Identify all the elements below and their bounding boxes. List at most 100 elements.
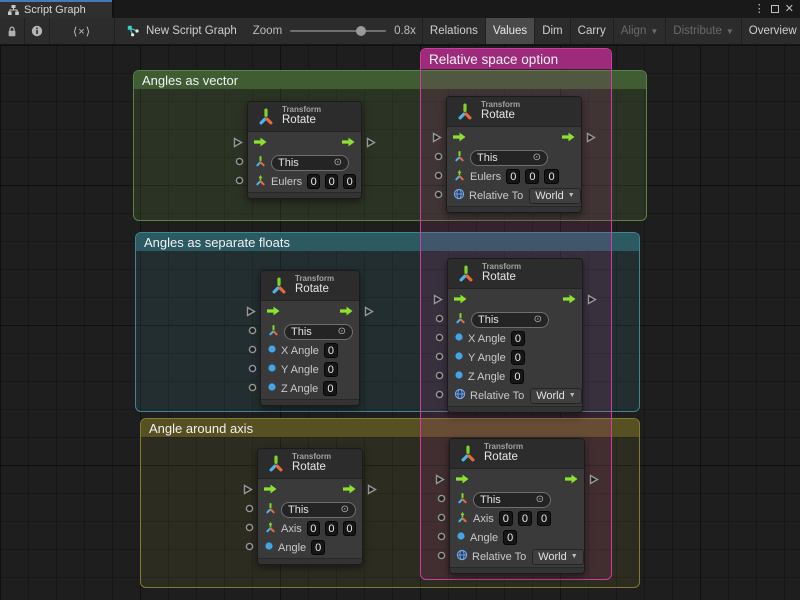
value-input-port[interactable] — [435, 314, 444, 326]
value-input-port[interactable] — [245, 504, 254, 516]
flow-out-arrow-icon — [563, 294, 576, 307]
value-input-port[interactable] — [437, 494, 446, 506]
value-field[interactable]: 0 — [325, 521, 338, 536]
this-dropdown[interactable]: This⊙ — [471, 312, 549, 328]
lock-icon — [7, 26, 17, 37]
code-preview-button[interactable]: ⟨×⟩ — [50, 18, 115, 44]
flow-input-port[interactable] — [435, 474, 445, 488]
value-field[interactable]: 0 — [324, 343, 338, 358]
value-field[interactable]: 0 — [343, 521, 356, 536]
value-field[interactable]: 0 — [525, 169, 539, 184]
this-dropdown[interactable]: This⊙ — [281, 502, 356, 518]
value-input-port[interactable] — [437, 551, 446, 563]
this-dropdown[interactable]: This⊙ — [470, 150, 548, 166]
tab-script-graph[interactable]: Script Graph — [0, 0, 112, 18]
value-field[interactable]: 0 — [499, 511, 513, 526]
value-field[interactable]: 0 — [518, 511, 532, 526]
value-field[interactable]: 0 — [324, 362, 338, 377]
this-dropdown[interactable]: This⊙ — [473, 492, 551, 508]
value-input-port[interactable] — [245, 523, 254, 535]
value-input-port[interactable] — [248, 326, 257, 338]
this-dropdown[interactable]: This⊙ — [284, 324, 353, 340]
flow-input-port[interactable] — [433, 294, 443, 308]
maximize-icon[interactable] — [771, 5, 779, 13]
flow-input-port[interactable] — [432, 132, 442, 146]
node-transform-rotate[interactable]: TransformRotate This⊙ Eulers000 — [247, 101, 362, 199]
value-input-port[interactable] — [437, 513, 446, 525]
node-transform-rotate[interactable]: TransformRotate This⊙ Axis000Angle0 — [257, 448, 363, 565]
graph-canvas[interactable]: Angles as vectorAngles as separate float… — [0, 45, 800, 600]
node-transform-rotate[interactable]: TransformRotate This⊙ Eulers000 Relative… — [446, 96, 582, 213]
enum-dropdown[interactable]: World▼ — [529, 188, 580, 204]
value-field[interactable]: 0 — [510, 369, 524, 384]
value-field[interactable]: 0 — [511, 350, 525, 365]
float-icon — [267, 363, 277, 376]
node-row-enum: Relative ToWorld▼ — [450, 547, 584, 566]
node-transform-rotate[interactable]: TransformRotate This⊙ Axis000Angle0 Rela… — [449, 438, 585, 574]
node-row-float: X Angle0 — [448, 329, 582, 348]
flow-input-port[interactable] — [246, 306, 256, 320]
value-input-port[interactable] — [435, 390, 444, 402]
enum-dropdown[interactable]: World▼ — [530, 388, 581, 404]
value-input-port[interactable] — [435, 371, 444, 383]
enum-dropdown[interactable]: World▼ — [532, 549, 583, 565]
value-field[interactable]: 0 — [503, 530, 517, 545]
value-input-port[interactable] — [248, 345, 257, 357]
value-input-port[interactable] — [235, 157, 244, 169]
info-button[interactable] — [25, 18, 50, 44]
relative-space-icon — [456, 549, 468, 564]
value-input-port[interactable] — [437, 532, 446, 544]
toolbar-button-overview[interactable]: Overview — [742, 18, 800, 44]
node-footer — [261, 399, 359, 405]
value-input-port[interactable] — [434, 171, 443, 183]
flow-output-port[interactable] — [366, 137, 376, 151]
value-input-port[interactable] — [248, 383, 257, 395]
port-label: X Angle — [281, 345, 319, 357]
value-input-port[interactable] — [435, 333, 444, 345]
flow-output-port[interactable] — [586, 132, 596, 146]
graph-title-area[interactable]: New Script Graph — [115, 18, 247, 44]
lock-button[interactable] — [0, 18, 25, 44]
this-dropdown[interactable]: This⊙ — [271, 155, 349, 171]
zoom-slider-track[interactable] — [290, 30, 386, 32]
toolbar-button-carry[interactable]: Carry — [571, 18, 614, 44]
flow-input-port[interactable] — [243, 484, 253, 498]
value-input-port[interactable] — [235, 176, 244, 188]
value-field[interactable]: 0 — [537, 511, 551, 526]
node-header: TransformRotate — [261, 271, 359, 301]
zoom-slider-thumb[interactable] — [356, 26, 366, 36]
node-transform-rotate[interactable]: TransformRotate This⊙X Angle0Y Angle0Z A… — [260, 270, 360, 406]
value-field[interactable]: 0 — [544, 169, 558, 184]
zoom-slider[interactable] — [290, 26, 386, 36]
transform-icon — [264, 502, 277, 518]
value-input-port[interactable] — [435, 352, 444, 364]
flow-input-port[interactable] — [233, 137, 243, 151]
flow-in-arrow-icon — [456, 474, 469, 487]
node-transform-rotate[interactable]: TransformRotate This⊙X Angle0Y Angle0Z A… — [447, 258, 583, 413]
value-input-port[interactable] — [248, 364, 257, 376]
toolbar-button-values[interactable]: Values — [486, 18, 535, 44]
value-field[interactable]: 0 — [307, 521, 320, 536]
toolbar-button-dim[interactable]: Dim — [535, 18, 570, 44]
toolbar-button-relations[interactable]: Relations — [423, 18, 486, 44]
value-input-port[interactable] — [434, 152, 443, 164]
value-field[interactable]: 0 — [343, 174, 356, 189]
close-icon[interactable]: ✕ — [785, 4, 794, 15]
node-body: This⊙ Axis000Angle0 Relative ToWorld▼ — [450, 469, 584, 567]
value-field[interactable]: 0 — [307, 174, 320, 189]
window-menu-icon[interactable]: ⋮ — [754, 4, 765, 15]
value-input-port[interactable] — [245, 542, 254, 554]
value-field[interactable]: 0 — [323, 381, 337, 396]
flow-output-port[interactable] — [589, 474, 599, 488]
flow-output-port[interactable] — [587, 294, 597, 308]
value-field[interactable]: 0 — [325, 174, 338, 189]
value-input-port[interactable] — [434, 190, 443, 202]
group-header[interactable]: Relative space option — [421, 49, 611, 69]
flow-output-port[interactable] — [364, 306, 374, 320]
node-row-float: Z Angle0 — [448, 367, 582, 386]
node-titles: TransformRotate — [295, 274, 334, 296]
value-field[interactable]: 0 — [511, 331, 525, 346]
value-field[interactable]: 0 — [311, 540, 325, 555]
value-field[interactable]: 0 — [506, 169, 520, 184]
flow-output-port[interactable] — [367, 484, 377, 498]
